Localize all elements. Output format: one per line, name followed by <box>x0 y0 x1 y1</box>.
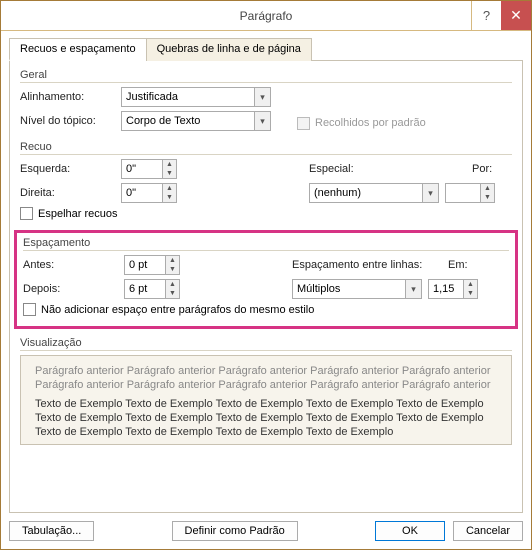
preview-sample-text: Texto de Exemplo Texto de Exemplo Texto … <box>35 397 497 440</box>
chevron-down-icon[interactable]: ▼ <box>166 265 179 274</box>
by-label: Por: <box>472 163 512 175</box>
at-spinner[interactable]: 1,15 ▲▼ <box>428 279 478 299</box>
preview-panel: Parágrafo anterior Parágrafo anterior Pa… <box>20 355 512 445</box>
indent-right-label: Direita: <box>20 187 115 199</box>
indent-left-spinner[interactable]: 0" ▲▼ <box>121 159 177 179</box>
set-default-button[interactable]: Definir como Padrão <box>172 521 298 541</box>
help-button[interactable]: ? <box>471 1 501 30</box>
group-spacing-title: Espaçamento <box>23 237 509 251</box>
spacing-highlight: Espaçamento Antes: 0 pt ▲▼ Espaçamento e… <box>14 230 518 329</box>
group-preview-title: Visualização <box>20 337 512 351</box>
line-spacing-label: Espaçamento entre linhas: <box>292 259 442 271</box>
tabs-button[interactable]: Tabulação... <box>9 521 94 541</box>
chevron-down-icon[interactable]: ▼ <box>464 289 477 298</box>
chevron-up-icon[interactable]: ▲ <box>166 280 179 289</box>
before-spinner[interactable]: 0 pt ▲▼ <box>124 255 180 275</box>
before-label: Antes: <box>23 259 118 271</box>
preview-prev-paragraph: Parágrafo anterior Parágrafo anterior Pa… <box>35 364 497 393</box>
titlebar: Parágrafo ? ✕ <box>1 1 531 31</box>
at-label: Em: <box>448 259 478 271</box>
paragraph-dialog: Parágrafo ? ✕ Recuos e espaçamento Quebr… <box>0 0 532 550</box>
chevron-up-icon[interactable]: ▲ <box>166 256 179 265</box>
tab-strip: Recuos e espaçamento Quebras de linha e … <box>9 37 523 61</box>
after-label: Depois: <box>23 283 118 295</box>
checkbox-icon <box>23 303 36 316</box>
alignment-combo[interactable]: Justificada ▾ <box>121 87 271 107</box>
group-general: Geral Alinhamento: Justificada ▾ Nível d… <box>20 69 512 131</box>
special-label: Especial: <box>309 163 379 175</box>
group-indent-title: Recuo <box>20 141 512 155</box>
chevron-down-icon: ▾ <box>254 88 270 106</box>
chevron-down-icon: ▾ <box>405 280 421 298</box>
checkbox-icon <box>297 117 310 130</box>
chevron-up-icon[interactable]: ▲ <box>464 280 477 289</box>
line-spacing-combo[interactable]: Múltiplos ▾ <box>292 279 422 299</box>
chevron-down-icon[interactable]: ▼ <box>166 289 179 298</box>
tab-line-breaks[interactable]: Quebras de linha e de página <box>146 38 312 61</box>
chevron-up-icon[interactable]: ▲ <box>163 160 176 169</box>
alignment-label: Alinhamento: <box>20 91 115 103</box>
chevron-down-icon[interactable]: ▼ <box>481 193 494 202</box>
chevron-down-icon[interactable]: ▼ <box>163 169 176 178</box>
group-indent: Recuo Esquerda: 0" ▲▼ Especial: Por: Dir… <box>20 141 512 220</box>
after-spinner[interactable]: 6 pt ▲▼ <box>124 279 180 299</box>
special-indent-combo[interactable]: (nenhum) ▾ <box>309 183 439 203</box>
chevron-up-icon[interactable]: ▲ <box>163 184 176 193</box>
group-preview: Visualização Parágrafo anterior Parágraf… <box>20 337 512 445</box>
mirror-indents-checkbox[interactable]: Espelhar recuos <box>20 207 512 220</box>
group-general-title: Geral <box>20 69 512 83</box>
no-space-same-style-checkbox[interactable]: Não adicionar espaço entre parágrafos do… <box>23 303 509 316</box>
indent-left-label: Esquerda: <box>20 163 115 175</box>
outline-level-combo[interactable]: Corpo de Texto ▾ <box>121 111 271 131</box>
collapsed-by-default-checkbox: Recolhidos por padrão <box>297 117 426 130</box>
chevron-up-icon[interactable]: ▲ <box>481 184 494 193</box>
chevron-down-icon[interactable]: ▼ <box>163 193 176 202</box>
outline-label: Nível do tópico: <box>20 115 115 127</box>
close-button[interactable]: ✕ <box>501 1 531 30</box>
indent-right-spinner[interactable]: 0" ▲▼ <box>121 183 177 203</box>
cancel-button[interactable]: Cancelar <box>453 521 523 541</box>
tab-indents-spacing[interactable]: Recuos e espaçamento <box>9 38 147 61</box>
by-spinner[interactable]: ▲▼ <box>445 183 495 203</box>
ok-button[interactable]: OK <box>375 521 445 541</box>
chevron-down-icon: ▾ <box>254 112 270 130</box>
chevron-down-icon: ▾ <box>422 184 438 202</box>
dialog-footer: Tabulação... Definir como Padrão OK Canc… <box>9 521 523 541</box>
group-spacing: Espaçamento Antes: 0 pt ▲▼ Espaçamento e… <box>23 237 509 316</box>
window-title: Parágrafo <box>240 9 293 23</box>
checkbox-icon <box>20 207 33 220</box>
